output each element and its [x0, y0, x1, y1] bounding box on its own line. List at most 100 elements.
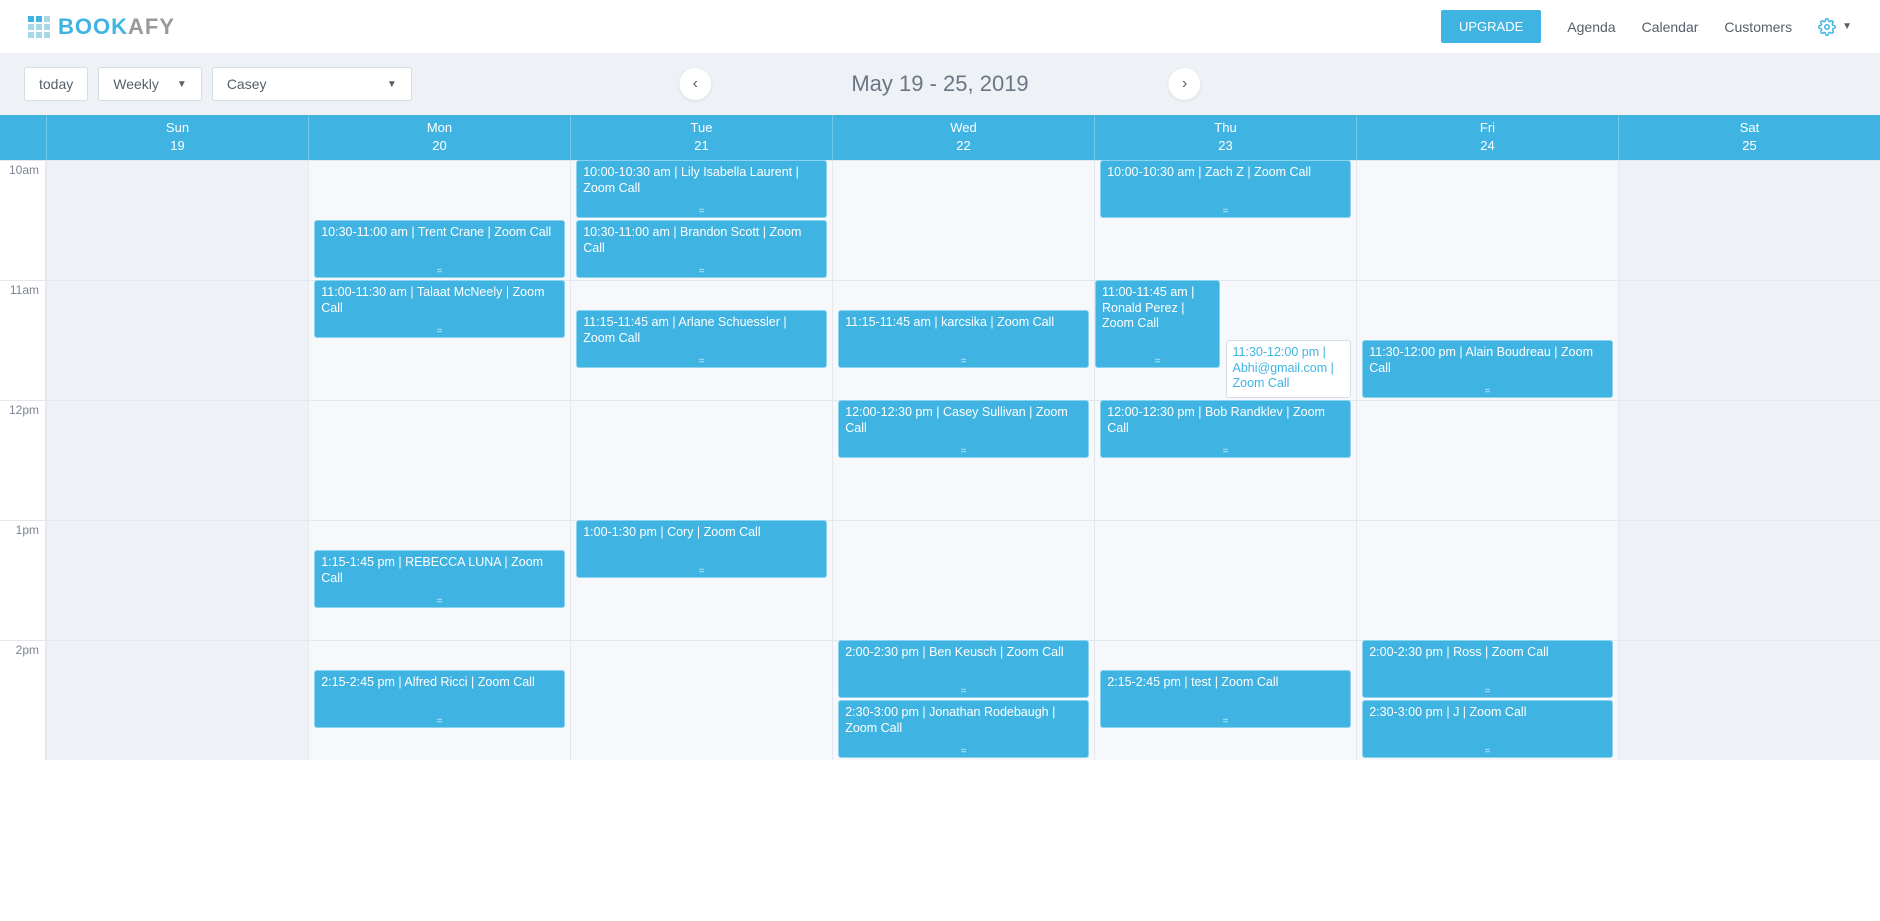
event-label: 11:30-12:00 pm | Abhi@gmail.com | Zoom C…: [1233, 345, 1334, 390]
resize-handle-icon[interactable]: =: [1101, 718, 1350, 726]
calendar-event[interactable]: 2:00-2:30 pm | Ross | Zoom Call=: [1362, 640, 1613, 698]
hour-cell[interactable]: [1619, 640, 1880, 760]
calendar-event[interactable]: 12:00-12:30 pm | Bob Randklev | Zoom Cal…: [1100, 400, 1351, 458]
day-column: 10:30-11:00 am | Trent Crane | Zoom Call…: [308, 160, 570, 760]
calendar-event[interactable]: 11:00-11:45 am | Ronald Perez | Zoom Cal…: [1095, 280, 1220, 368]
calendar-event[interactable]: 2:30-3:00 pm | J | Zoom Call =: [1362, 700, 1613, 758]
day-column: 10:00-10:30 am | Zach Z | Zoom Call= 11:0…: [1094, 160, 1356, 760]
hour-cell[interactable]: [571, 640, 832, 760]
day-column: 11:15-11:45 am | karcsika | Zoom Call = 12…: [832, 160, 1094, 760]
hour-cell[interactable]: [1095, 520, 1356, 640]
event-label: 12:00-12:30 pm | Bob Randklev | Zoom Cal…: [1107, 405, 1325, 435]
hour-cell[interactable]: [1357, 520, 1618, 640]
time-gutter: 10am11am12pm1pm2pm: [0, 160, 46, 760]
calendar-event[interactable]: 2:15-2:45 pm | Alfred Ricci | Zoom Call=: [314, 670, 565, 728]
resize-handle-icon[interactable]: =: [577, 268, 826, 276]
hour-cell[interactable]: [47, 520, 308, 640]
hour-cell[interactable]: [47, 640, 308, 760]
resize-handle-icon[interactable]: =: [315, 598, 564, 606]
hour-cell[interactable]: [1619, 520, 1880, 640]
day-header[interactable]: Mon20: [308, 115, 570, 160]
day-column: 10:00-10:30 am | Lily Isabella Laurent |…: [570, 160, 832, 760]
time-label: 12pm: [0, 400, 46, 520]
calendar-event[interactable]: 10:00-10:30 am | Lily Isabella Laurent |…: [576, 160, 827, 218]
date-range-title: May 19 - 25, 2019: [851, 71, 1028, 97]
calendar-event[interactable]: 11:30-12:00 pm | Alain Boudreau | Zoom C…: [1362, 340, 1613, 398]
nav-agenda[interactable]: Agenda: [1567, 19, 1615, 35]
calendar-event[interactable]: 2:30-3:00 pm | Jonathan Rodebaugh | Zoom…: [838, 700, 1089, 758]
resize-handle-icon[interactable]: =: [1096, 358, 1219, 366]
settings-menu[interactable]: ▼: [1818, 18, 1852, 36]
resize-handle-icon[interactable]: =: [839, 748, 1088, 756]
event-label: 11:15-11:45 am | karcsika | Zoom Call: [845, 315, 1054, 329]
chevron-right-icon: ›: [1182, 75, 1187, 93]
day-header[interactable]: Wed22: [832, 115, 1094, 160]
hour-cell[interactable]: [833, 520, 1094, 640]
calendar-event[interactable]: 10:30-11:00 am | Trent Crane | Zoom Call…: [314, 220, 565, 278]
calendar-event[interactable]: 11:15-11:45 am | Arlane Schuessler | Zoo…: [576, 310, 827, 368]
staff-select-value: Casey: [227, 76, 267, 92]
event-label: 11:15-11:45 am | Arlane Schuessler | Zoo…: [583, 315, 786, 345]
resize-handle-icon[interactable]: =: [839, 688, 1088, 696]
view-select-value: Weekly: [113, 76, 159, 92]
calendar-event[interactable]: 12:00-12:30 pm | Casey Sullivan | Zoom C…: [838, 400, 1089, 458]
hour-cell[interactable]: [47, 280, 308, 400]
calendar-event[interactable]: 10:30-11:00 am | Brandon Scott | Zoom Ca…: [576, 220, 827, 278]
upgrade-button[interactable]: UPGRADE: [1441, 10, 1541, 43]
calendar-event[interactable]: 11:15-11:45 am | karcsika | Zoom Call =: [838, 310, 1089, 368]
resize-handle-icon[interactable]: =: [1363, 388, 1612, 396]
hour-cell[interactable]: [47, 160, 308, 280]
staff-select[interactable]: Casey ▼: [212, 67, 412, 101]
event-label: 2:15-2:45 pm | test | Zoom Call: [1107, 675, 1278, 689]
day-header[interactable]: Sun19: [46, 115, 308, 160]
hour-cell[interactable]: [1357, 160, 1618, 280]
calendar-event[interactable]: 1:15-1:45 pm | REBECCA LUNA | Zoom Call=: [314, 550, 565, 608]
resize-handle-icon[interactable]: =: [839, 358, 1088, 366]
chevron-left-icon: ‹: [693, 75, 698, 93]
calendar-event[interactable]: 10:00-10:30 am | Zach Z | Zoom Call=: [1100, 160, 1351, 218]
calendar-toolbar: today Weekly ▼ Casey ▼ ‹ May 19 - 25, 20…: [0, 53, 1880, 115]
resize-handle-icon[interactable]: =: [577, 358, 826, 366]
resize-handle-icon[interactable]: =: [1227, 388, 1350, 396]
resize-handle-icon[interactable]: =: [839, 448, 1088, 456]
nav-customers[interactable]: Customers: [1724, 19, 1792, 35]
resize-handle-icon[interactable]: =: [577, 568, 826, 576]
resize-handle-icon[interactable]: =: [1101, 448, 1350, 456]
hour-cell[interactable]: [833, 160, 1094, 280]
resize-handle-icon[interactable]: =: [315, 268, 564, 276]
hour-cell[interactable]: [1619, 160, 1880, 280]
app-header: BOOKAFY UPGRADE Agenda Calendar Customer…: [0, 0, 1880, 53]
hour-cell[interactable]: [309, 400, 570, 520]
resize-handle-icon[interactable]: =: [577, 208, 826, 216]
calendar-event[interactable]: 11:30-12:00 pm | Abhi@gmail.com | Zoom C…: [1226, 340, 1351, 398]
hour-cell[interactable]: [47, 400, 308, 520]
calendar-event[interactable]: 11:00-11:30 am | Talaat McNeely | Zoom C…: [314, 280, 565, 338]
nav-calendar[interactable]: Calendar: [1642, 19, 1699, 35]
event-label: 10:30-11:00 am | Brandon Scott | Zoom Ca…: [583, 225, 801, 255]
resize-handle-icon[interactable]: =: [1363, 748, 1612, 756]
hour-cell[interactable]: [1619, 280, 1880, 400]
hour-cell[interactable]: [1619, 400, 1880, 520]
event-label: 2:30-3:00 pm | Jonathan Rodebaugh | Zoom…: [845, 705, 1055, 735]
hour-cell[interactable]: [571, 400, 832, 520]
logo[interactable]: BOOKAFY: [28, 14, 175, 40]
calendar-event[interactable]: 1:00-1:30 pm | Cory | Zoom Call=: [576, 520, 827, 578]
view-select[interactable]: Weekly ▼: [98, 67, 202, 101]
day-column: [1618, 160, 1880, 760]
hour-cell[interactable]: [1357, 400, 1618, 520]
event-label: 2:30-3:00 pm | J | Zoom Call: [1369, 705, 1526, 719]
resize-handle-icon[interactable]: =: [315, 718, 564, 726]
resize-handle-icon[interactable]: =: [1101, 208, 1350, 216]
prev-week-button[interactable]: ‹: [679, 68, 711, 100]
day-header[interactable]: Sat25: [1618, 115, 1880, 160]
resize-handle-icon[interactable]: =: [315, 328, 564, 336]
day-header[interactable]: Fri24: [1356, 115, 1618, 160]
day-header[interactable]: Thu23: [1094, 115, 1356, 160]
today-button[interactable]: today: [24, 67, 88, 101]
calendar-event[interactable]: 2:15-2:45 pm | test | Zoom Call =: [1100, 670, 1351, 728]
resize-handle-icon[interactable]: =: [1363, 688, 1612, 696]
calendar-event[interactable]: 2:00-2:30 pm | Ben Keusch | Zoom Call=: [838, 640, 1089, 698]
next-week-button[interactable]: ›: [1169, 68, 1201, 100]
event-label: 12:00-12:30 pm | Casey Sullivan | Zoom C…: [845, 405, 1068, 435]
day-header[interactable]: Tue21: [570, 115, 832, 160]
